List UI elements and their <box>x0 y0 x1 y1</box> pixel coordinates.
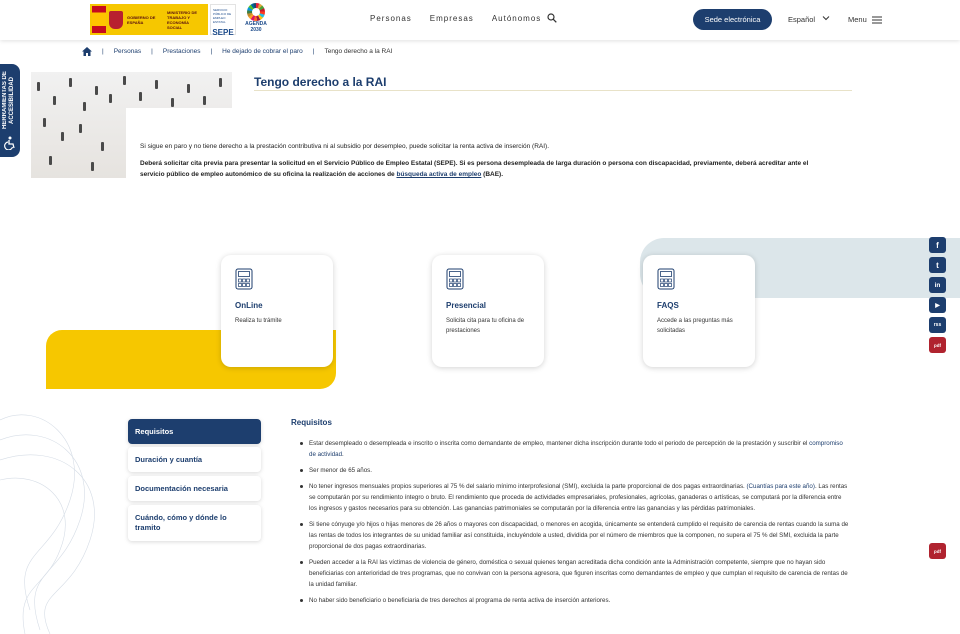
agenda-text: AGENDA 2030 <box>245 21 267 33</box>
calculator-icon <box>235 268 253 290</box>
accessibility-label: HERRAMIENTAS DE ACCESIBILIDAD <box>2 71 15 129</box>
chevron-down-icon[interactable] <box>822 14 830 22</box>
breadcrumb-personas[interactable]: Personas <box>114 48 141 55</box>
sepe-big-text: SEPE <box>212 28 234 37</box>
list-item: No tener ingresos mensuales propios supe… <box>300 481 850 514</box>
list-item: Ser menor de 65 años. <box>300 465 850 476</box>
breadcrumb: | Personas | Prestaciones | He dejado de… <box>82 47 392 56</box>
requirement-text: No haber sido beneficiario o beneficiari… <box>309 597 611 604</box>
tab-documentacion[interactable]: Documentación necesaria <box>128 476 261 501</box>
government-logo[interactable]: GOBIERNO DE ESPAÑA MINISTERIO DE TRABAJO… <box>90 4 208 35</box>
sede-electronica-button[interactable]: Sede electrónica <box>693 9 772 30</box>
breadcrumb-separator: | <box>151 48 153 55</box>
breadcrumb-separator: | <box>102 48 104 55</box>
sepe-small-text: SERVICIO PÚBLICO DE EMPLEO ESTATAL <box>213 8 232 24</box>
card-description: Solicita cita para tu oficina de prestac… <box>446 318 525 334</box>
youtube-icon[interactable]: ▶ <box>929 297 946 313</box>
requirement-text: Pueden acceder a la RAI las víctimas de … <box>309 559 848 588</box>
agenda-2030-logo[interactable]: AGENDA 2030 <box>244 3 268 37</box>
card-description: Accede a las preguntas más solicitadas <box>657 318 733 334</box>
nav-autonomos[interactable]: Autónomos <box>492 14 541 23</box>
linkedin-icon[interactable]: in <box>929 277 946 293</box>
list-item: Estar desempleado o desempleada e inscri… <box>300 438 850 460</box>
facebook-icon[interactable]: f <box>929 237 946 253</box>
requirement-text-tail: . <box>342 451 344 458</box>
requirements-title: Requisitos <box>291 418 332 427</box>
tab-cuando-como-donde[interactable]: Cuándo, cómo y dónde lo tramito <box>128 505 261 541</box>
bae-link[interactable]: búsqueda activa de empleo <box>396 171 481 178</box>
tab-duracion-cuantia[interactable]: Duración y cuantía <box>128 447 261 472</box>
requirement-text: No tener ingresos mensuales propios supe… <box>309 483 747 490</box>
spain-flag-icon <box>92 6 106 33</box>
requirements-list: Estar desempleado o desempleada e inscri… <box>300 438 850 611</box>
home-icon[interactable] <box>82 47 92 56</box>
tab-requisitos[interactable]: Requisitos <box>128 419 261 444</box>
card-faqs[interactable]: FAQS Accede a las preguntas más solicita… <box>643 255 755 367</box>
page-title: Tengo derecho a la RAI <box>254 75 387 89</box>
list-item: No haber sido beneficiario o beneficiari… <box>300 595 850 606</box>
main-nav: Personas Empresas Autónomos <box>370 14 541 23</box>
coat-of-arms-icon <box>109 10 123 29</box>
language-selector[interactable]: Español <box>788 15 815 24</box>
site-header: GOBIERNO DE ESPAÑA MINISTERIO DE TRABAJO… <box>0 0 960 40</box>
menu-label[interactable]: Menu <box>848 15 867 24</box>
nav-personas[interactable]: Personas <box>370 14 412 23</box>
sepe-logo[interactable]: SERVICIO PÚBLICO DE EMPLEO ESTATAL SEPE <box>210 4 236 37</box>
ministry-text: MINISTERIO DE TRABAJO Y ECONOMÍA SOCIAL <box>167 9 198 30</box>
card-description: Realiza tu trámite <box>235 318 282 324</box>
list-item: Pueden acceder a la RAI las víctimas de … <box>300 557 850 590</box>
card-presencial[interactable]: Presencial Solicita cita para tu oficina… <box>432 255 544 367</box>
card-title: FAQS <box>657 301 679 310</box>
calculator-icon <box>657 268 675 290</box>
cuantias-link[interactable]: (Cuantías para este año) <box>746 483 814 490</box>
rss-icon[interactable]: rss <box>929 317 946 333</box>
intro2-tail: (BAE). <box>481 171 504 178</box>
calculator-icon <box>446 268 464 290</box>
pdf-download-icon[interactable]: pdf <box>929 543 946 559</box>
requirement-text: Si tiene cónyuge y/o hijos o hijas menor… <box>309 521 849 550</box>
list-item: Si tiene cónyuge y/o hijos o hijas menor… <box>300 519 850 552</box>
intro-paragraph: Si sigue en paro y no tiene derecho a la… <box>140 143 550 150</box>
wheelchair-icon <box>4 136 15 150</box>
twitter-icon[interactable]: t <box>929 257 946 273</box>
breadcrumb-separator: | <box>312 48 315 55</box>
card-online[interactable]: OnLine Realiza tu trámite <box>221 255 333 367</box>
hamburger-menu-icon[interactable] <box>872 16 882 24</box>
nav-empresas[interactable]: Empresas <box>430 14 474 23</box>
gov-text: GOBIERNO DE ESPAÑA <box>127 14 156 25</box>
breadcrumb-current: Tengo derecho a la RAI <box>324 48 393 55</box>
card-title: Presencial <box>446 301 487 310</box>
intro-appointment-paragraph: Deberá solicitar cita previa para presen… <box>140 158 820 180</box>
sdg-wheel-icon <box>247 3 265 21</box>
decorative-swirl <box>0 414 95 634</box>
breadcrumb-separator: | <box>210 48 213 55</box>
requirement-text: Estar desempleado o desempleada e inscri… <box>309 440 810 447</box>
requirement-text: Ser menor de 65 años. <box>309 467 372 474</box>
accessibility-tools-tab[interactable]: HERRAMIENTAS DE ACCESIBILIDAD <box>0 64 20 157</box>
breadcrumb-paro[interactable]: He dejado de cobrar el paro <box>222 48 303 55</box>
search-icon[interactable] <box>547 13 557 23</box>
breadcrumb-prestaciones[interactable]: Prestaciones <box>163 48 201 55</box>
card-title: OnLine <box>235 301 263 310</box>
title-divider <box>254 90 852 91</box>
pdf-icon[interactable]: pdf <box>929 337 946 353</box>
